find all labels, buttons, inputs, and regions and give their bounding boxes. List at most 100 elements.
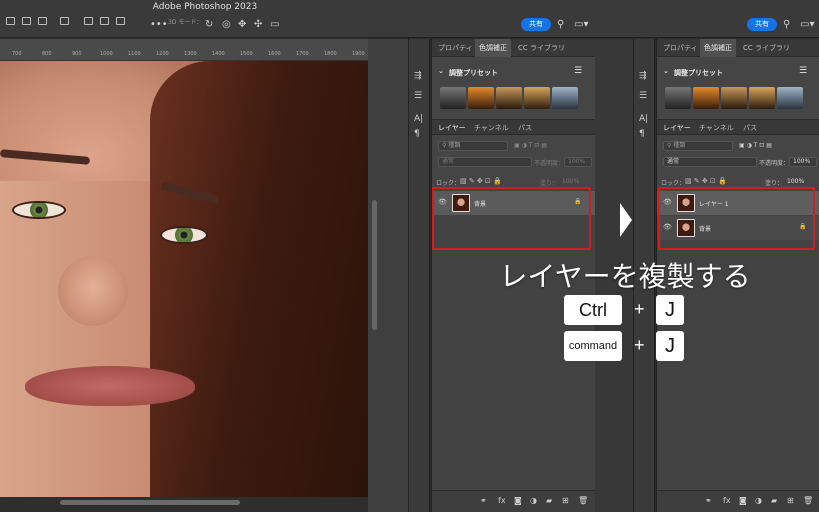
tab-channels[interactable]: チャンネル — [699, 123, 734, 133]
panel-tabs: プロパティ 色調補正 CC ライブラリ — [657, 39, 819, 57]
trash-icon[interactable]: 🗑 — [803, 496, 813, 505]
filter-icons[interactable]: ▣ ◑ T ⊡ ▤ — [739, 142, 772, 149]
preset-thumb[interactable] — [552, 87, 578, 109]
align-left-icon[interactable] — [6, 17, 15, 25]
tab-properties[interactable]: プロパティ — [663, 43, 698, 53]
ruler-tick: 1000 — [100, 51, 113, 57]
vertical-scrollbar-thumb[interactable] — [372, 200, 377, 330]
ctrl-key: Ctrl — [564, 295, 622, 325]
ruler-tick: 1900 — [352, 51, 365, 57]
workspace-icon[interactable]: ▭▾ — [800, 19, 814, 30]
preset-thumb[interactable] — [524, 87, 550, 109]
preset-thumb[interactable] — [777, 87, 803, 109]
preset-thumb[interactable] — [496, 87, 522, 109]
more-options-icon[interactable]: ••• — [150, 19, 168, 30]
link-icon[interactable]: ⚭ — [480, 496, 487, 505]
share-button-right[interactable]: 共有 — [747, 18, 777, 31]
preset-thumb[interactable] — [721, 87, 747, 109]
tab-properties[interactable]: プロパティ — [438, 43, 473, 53]
tab-adjustments[interactable]: 色調補正 — [479, 43, 507, 53]
tab-paths[interactable]: パス — [743, 123, 757, 133]
ruler-tick: 700 — [12, 51, 22, 57]
adjustment-layer-icon[interactable]: ◑ — [755, 496, 762, 505]
trash-icon[interactable]: 🗑 — [578, 496, 588, 505]
ruler-tick: 1500 — [240, 51, 253, 57]
collapse-chevron-icon[interactable]: ⌄ — [663, 67, 669, 75]
paragraph-icon[interactable]: ¶ — [639, 129, 645, 139]
blend-mode-select[interactable]: 通常 — [663, 157, 757, 167]
3d-mode-label: 3D モード： — [168, 19, 203, 26]
search-icon[interactable]: ⚲ — [557, 19, 564, 30]
filter-icons[interactable]: ▣ ◑ T ⊡ ▤ — [514, 142, 547, 149]
character-icon[interactable]: A| — [639, 114, 648, 124]
adjustment-layer-icon[interactable]: ◑ — [530, 496, 537, 505]
layer-filter-select[interactable]: ⚲ 種類 — [438, 141, 508, 151]
align-center-icon[interactable] — [22, 17, 31, 25]
fill-value: 100% — [787, 178, 805, 185]
character-icon[interactable]: A| — [414, 114, 423, 124]
adjustment-presets-title: 調整プリセット — [674, 69, 723, 77]
fx-icon[interactable]: fx — [498, 496, 506, 505]
preset-thumb[interactable] — [693, 87, 719, 109]
lock-icons[interactable]: ▧ ✎ ✥ ⊡ 🔒 — [685, 177, 727, 185]
command-key: command — [564, 331, 622, 361]
slide-3d-icon[interactable]: ✣ — [254, 19, 262, 30]
plus-sign: + — [634, 335, 645, 355]
folder-icon[interactable]: ▰ — [771, 496, 777, 505]
align-bottom-icon[interactable] — [116, 17, 125, 25]
fx-icon[interactable]: fx — [723, 496, 731, 505]
new-layer-icon[interactable]: ⊞ — [787, 496, 794, 505]
list-view-icon[interactable]: ☰ — [574, 66, 582, 76]
tab-channels[interactable]: チャンネル — [474, 123, 509, 133]
j-key: J — [656, 295, 684, 325]
history-icon[interactable]: ⇶ — [414, 71, 422, 81]
list-view-icon[interactable]: ☰ — [799, 66, 807, 76]
tab-cc-libraries[interactable]: CC ライブラリ — [518, 43, 565, 53]
share-button[interactable]: 共有 — [521, 18, 551, 31]
photo-lips — [25, 366, 195, 406]
align-top-icon[interactable] — [84, 17, 93, 25]
adjust-icon[interactable]: ☰ — [639, 91, 647, 101]
layers-bottom-bar: ⚭ fx ◙ ◑ ▰ ⊞ 🗑 — [657, 490, 819, 512]
preset-thumb[interactable] — [468, 87, 494, 109]
tab-cc-libraries[interactable]: CC ライブラリ — [743, 43, 790, 53]
tab-adjustments[interactable]: 色調補正 — [704, 43, 732, 53]
scrollbar-thumb[interactable] — [60, 500, 240, 505]
workspace-icon[interactable]: ▭▾ — [574, 19, 588, 30]
paragraph-icon[interactable]: ¶ — [414, 129, 420, 139]
mask-icon[interactable]: ◙ — [514, 496, 522, 505]
lock-label: ロック： — [436, 180, 461, 187]
link-icon[interactable]: ⚭ — [705, 496, 712, 505]
opacity-field[interactable]: 100% — [789, 157, 817, 167]
search-icon[interactable]: ⚲ — [783, 19, 790, 30]
collapse-chevron-icon[interactable]: ⌄ — [438, 67, 444, 75]
lock-icons[interactable]: ▧ ✎ ✥ ⊡ 🔒 — [460, 177, 502, 185]
tab-layers[interactable]: レイヤー — [663, 123, 691, 133]
roll-3d-icon[interactable]: ◎ — [222, 19, 231, 30]
document-canvas[interactable] — [0, 61, 368, 497]
pan-3d-icon[interactable]: ✥ — [238, 19, 246, 30]
mask-icon[interactable]: ◙ — [739, 496, 747, 505]
photo-nose — [58, 256, 128, 326]
new-layer-icon[interactable]: ⊞ — [562, 496, 569, 505]
blend-mode-select[interactable]: 通常 — [438, 157, 532, 167]
preset-thumb[interactable] — [665, 87, 691, 109]
plus-sign: + — [634, 299, 645, 319]
scale-3d-icon[interactable]: ▭ — [270, 19, 279, 30]
align-middle-icon[interactable] — [100, 17, 109, 25]
ruler-tick: 1700 — [296, 51, 309, 57]
folder-icon[interactable]: ▰ — [546, 496, 552, 505]
ruler-tick: 1400 — [212, 51, 225, 57]
opacity-field[interactable]: 100% — [564, 157, 592, 167]
layer-filter-select[interactable]: ⚲ 種類 — [663, 141, 733, 151]
preset-thumb[interactable] — [749, 87, 775, 109]
tab-paths[interactable]: パス — [518, 123, 532, 133]
adjust-icon[interactable]: ☰ — [414, 91, 422, 101]
tab-layers[interactable]: レイヤー — [438, 123, 466, 133]
distribute-icon[interactable] — [60, 17, 69, 25]
ruler-tick: 1800 — [324, 51, 337, 57]
align-right-icon[interactable] — [38, 17, 47, 25]
rotate-3d-icon[interactable]: ↻ — [205, 19, 213, 30]
history-icon[interactable]: ⇶ — [639, 71, 647, 81]
preset-thumb[interactable] — [440, 87, 466, 109]
